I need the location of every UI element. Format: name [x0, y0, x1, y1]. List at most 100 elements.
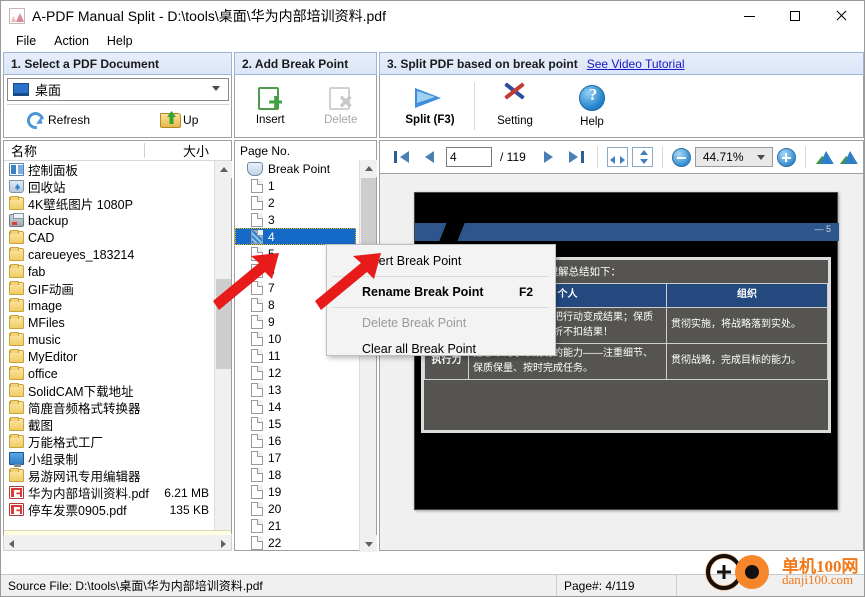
file-list-item[interactable]: image	[4, 297, 216, 314]
rotate-right-icon[interactable]	[839, 148, 859, 166]
menu-action[interactable]: Action	[45, 32, 98, 50]
page-list-item[interactable]: 16	[235, 432, 361, 449]
page-list-item[interactable]: 19	[235, 483, 361, 500]
context-menu-label: Rename Break Point	[362, 285, 484, 299]
scroll-right-icon[interactable]	[216, 536, 231, 550]
file-list-item[interactable]: 截图	[4, 416, 216, 433]
zoom-in-button[interactable]	[776, 147, 796, 167]
toolbar-sep-2	[661, 146, 663, 168]
page-list-item[interactable]: 14	[235, 398, 361, 415]
section-header-add-break-point: 2. Add Break Point	[234, 52, 377, 75]
file-list-item[interactable]: backup	[4, 212, 216, 229]
zoom-out-button[interactable]	[671, 147, 691, 167]
file-list-item[interactable]: 控制面板	[4, 161, 216, 178]
up-button[interactable]: Up	[160, 112, 198, 128]
rotate-left-icon[interactable]	[815, 148, 835, 166]
file-list-item[interactable]: GIF动画	[4, 280, 216, 297]
page-scroll-down-icon[interactable]	[360, 535, 377, 552]
page-list-item[interactable]: 15	[235, 415, 361, 432]
split-button[interactable]: Split (F3)	[386, 78, 474, 134]
page-scroll-up-icon[interactable]	[360, 160, 377, 177]
scroll-up-icon[interactable]	[215, 161, 232, 178]
page-number-input[interactable]	[446, 147, 492, 167]
file-list-item[interactable]: fab	[4, 263, 216, 280]
preview-toolbar: / 119 44.71%	[379, 140, 864, 173]
page-list-item[interactable]: 2	[235, 194, 361, 211]
next-page-button[interactable]	[536, 146, 560, 168]
last-page-button[interactable]	[564, 146, 588, 168]
page-list-item[interactable]: 17	[235, 449, 361, 466]
help-label: Help	[580, 115, 604, 128]
page-list-item[interactable]: 4	[235, 228, 356, 245]
file-list-item[interactable]: 4K壁纸图片 1080P	[4, 195, 216, 212]
page-list-item[interactable]: 23	[235, 551, 361, 552]
page-list-item[interactable]: 12	[235, 364, 361, 381]
page-icon	[251, 263, 263, 278]
help-button[interactable]: Help	[555, 78, 629, 134]
insert-icon	[258, 86, 282, 110]
page-list-item[interactable]: 21	[235, 517, 361, 534]
page-list-item[interactable]: 22	[235, 534, 361, 551]
maximize-button[interactable]	[772, 1, 818, 31]
context-menu-item[interactable]: Rename Break Point F2	[327, 279, 555, 305]
file-list-item[interactable]: office	[4, 365, 216, 382]
setting-button[interactable]: Setting	[475, 78, 555, 134]
break-point-root-item[interactable]: Break Point	[235, 160, 361, 177]
file-list-item[interactable]: 回收站	[4, 178, 216, 195]
fit-width-button[interactable]	[606, 147, 628, 167]
section-two-title: 2. Add Break Point	[242, 56, 349, 71]
break-point-context-menu[interactable]: Insert Break Point Rename Break Point F2 De…	[326, 244, 556, 356]
context-menu-item[interactable]: Clear all Break Point	[327, 336, 555, 362]
file-list-item[interactable]: 易游网讯专用编辑器	[4, 467, 216, 484]
file-list-item[interactable]: 简鹿音频格式转换器	[4, 399, 216, 416]
file-list-item[interactable]: careueyes_183214	[4, 246, 216, 263]
file-list-item[interactable]: MyEditor	[4, 348, 216, 365]
file-list-scrollbar[interactable]	[214, 161, 232, 551]
page-number-label: 15	[268, 416, 282, 431]
location-combobox[interactable]: 桌面	[7, 78, 229, 101]
scroll-left-icon[interactable]	[4, 536, 19, 550]
file-list-item[interactable]: CAD	[4, 229, 216, 246]
column-header-name[interactable]: 名称	[4, 141, 144, 160]
column-header-size[interactable]: 大小	[145, 141, 231, 160]
refresh-button[interactable]: Refresh	[23, 108, 90, 132]
see-video-tutorial-link[interactable]: See Video Tutorial	[587, 57, 685, 71]
page-list-item[interactable]: 3	[235, 211, 361, 228]
scroll-thumb[interactable]	[216, 279, 231, 369]
file-browser-list[interactable]: 名称 大小 控制面板 回收站 4K壁纸图片 1080P backup CAD careue…	[3, 140, 232, 551]
prev-page-button[interactable]	[418, 146, 442, 168]
file-list-item[interactable]: 小组录制	[4, 450, 216, 467]
page-list-item[interactable]: 18	[235, 466, 361, 483]
section-one-title: 1. Select a PDF Document	[11, 56, 160, 71]
fit-height-button[interactable]	[631, 147, 653, 167]
folder-icon	[9, 315, 24, 329]
file-list-item[interactable]: SolidCAM下载地址	[4, 382, 216, 399]
file-list-item[interactable]: 万能格式工厂	[4, 433, 216, 450]
menu-bar: File Action Help	[1, 31, 864, 51]
minimize-button[interactable]	[726, 1, 772, 31]
page-list-item[interactable]: 20	[235, 500, 361, 517]
file-name: 4K壁纸图片 1080P	[28, 198, 133, 212]
page-number-label: 5	[268, 246, 275, 261]
file-list-item[interactable]: 停车发票0905.pdf 135 KB	[4, 501, 216, 518]
context-menu-item[interactable]: Insert Break Point	[327, 248, 555, 274]
close-icon	[835, 10, 847, 22]
file-name: 停车发票0905.pdf	[28, 504, 127, 518]
last-page-icon	[568, 151, 578, 163]
menu-file[interactable]: File	[7, 32, 45, 50]
page-list-item[interactable]: 13	[235, 381, 361, 398]
first-page-button[interactable]	[390, 146, 414, 168]
insert-break-point-button[interactable]: Insert	[239, 78, 301, 134]
file-list-item[interactable]: music	[4, 331, 216, 348]
close-button[interactable]	[818, 1, 864, 31]
menu-help[interactable]: Help	[98, 32, 142, 50]
page-list-item[interactable]: 1	[235, 177, 361, 194]
page-number-label: 17	[268, 450, 282, 465]
file-list-item[interactable]: 华为内部培训资料.pdf 6.21 MB	[4, 484, 216, 501]
pdf-file-icon	[9, 503, 24, 516]
zoom-level-combobox[interactable]: 44.71%	[694, 147, 773, 167]
page-icon	[251, 484, 263, 499]
file-list-item[interactable]: MFiles	[4, 314, 216, 331]
file-list-hscrollbar[interactable]	[3, 535, 232, 551]
pdf-preview-area[interactable]: — 5 度，将对执行与执行力的理解总结如下： 个人 组织 执行	[379, 173, 864, 551]
